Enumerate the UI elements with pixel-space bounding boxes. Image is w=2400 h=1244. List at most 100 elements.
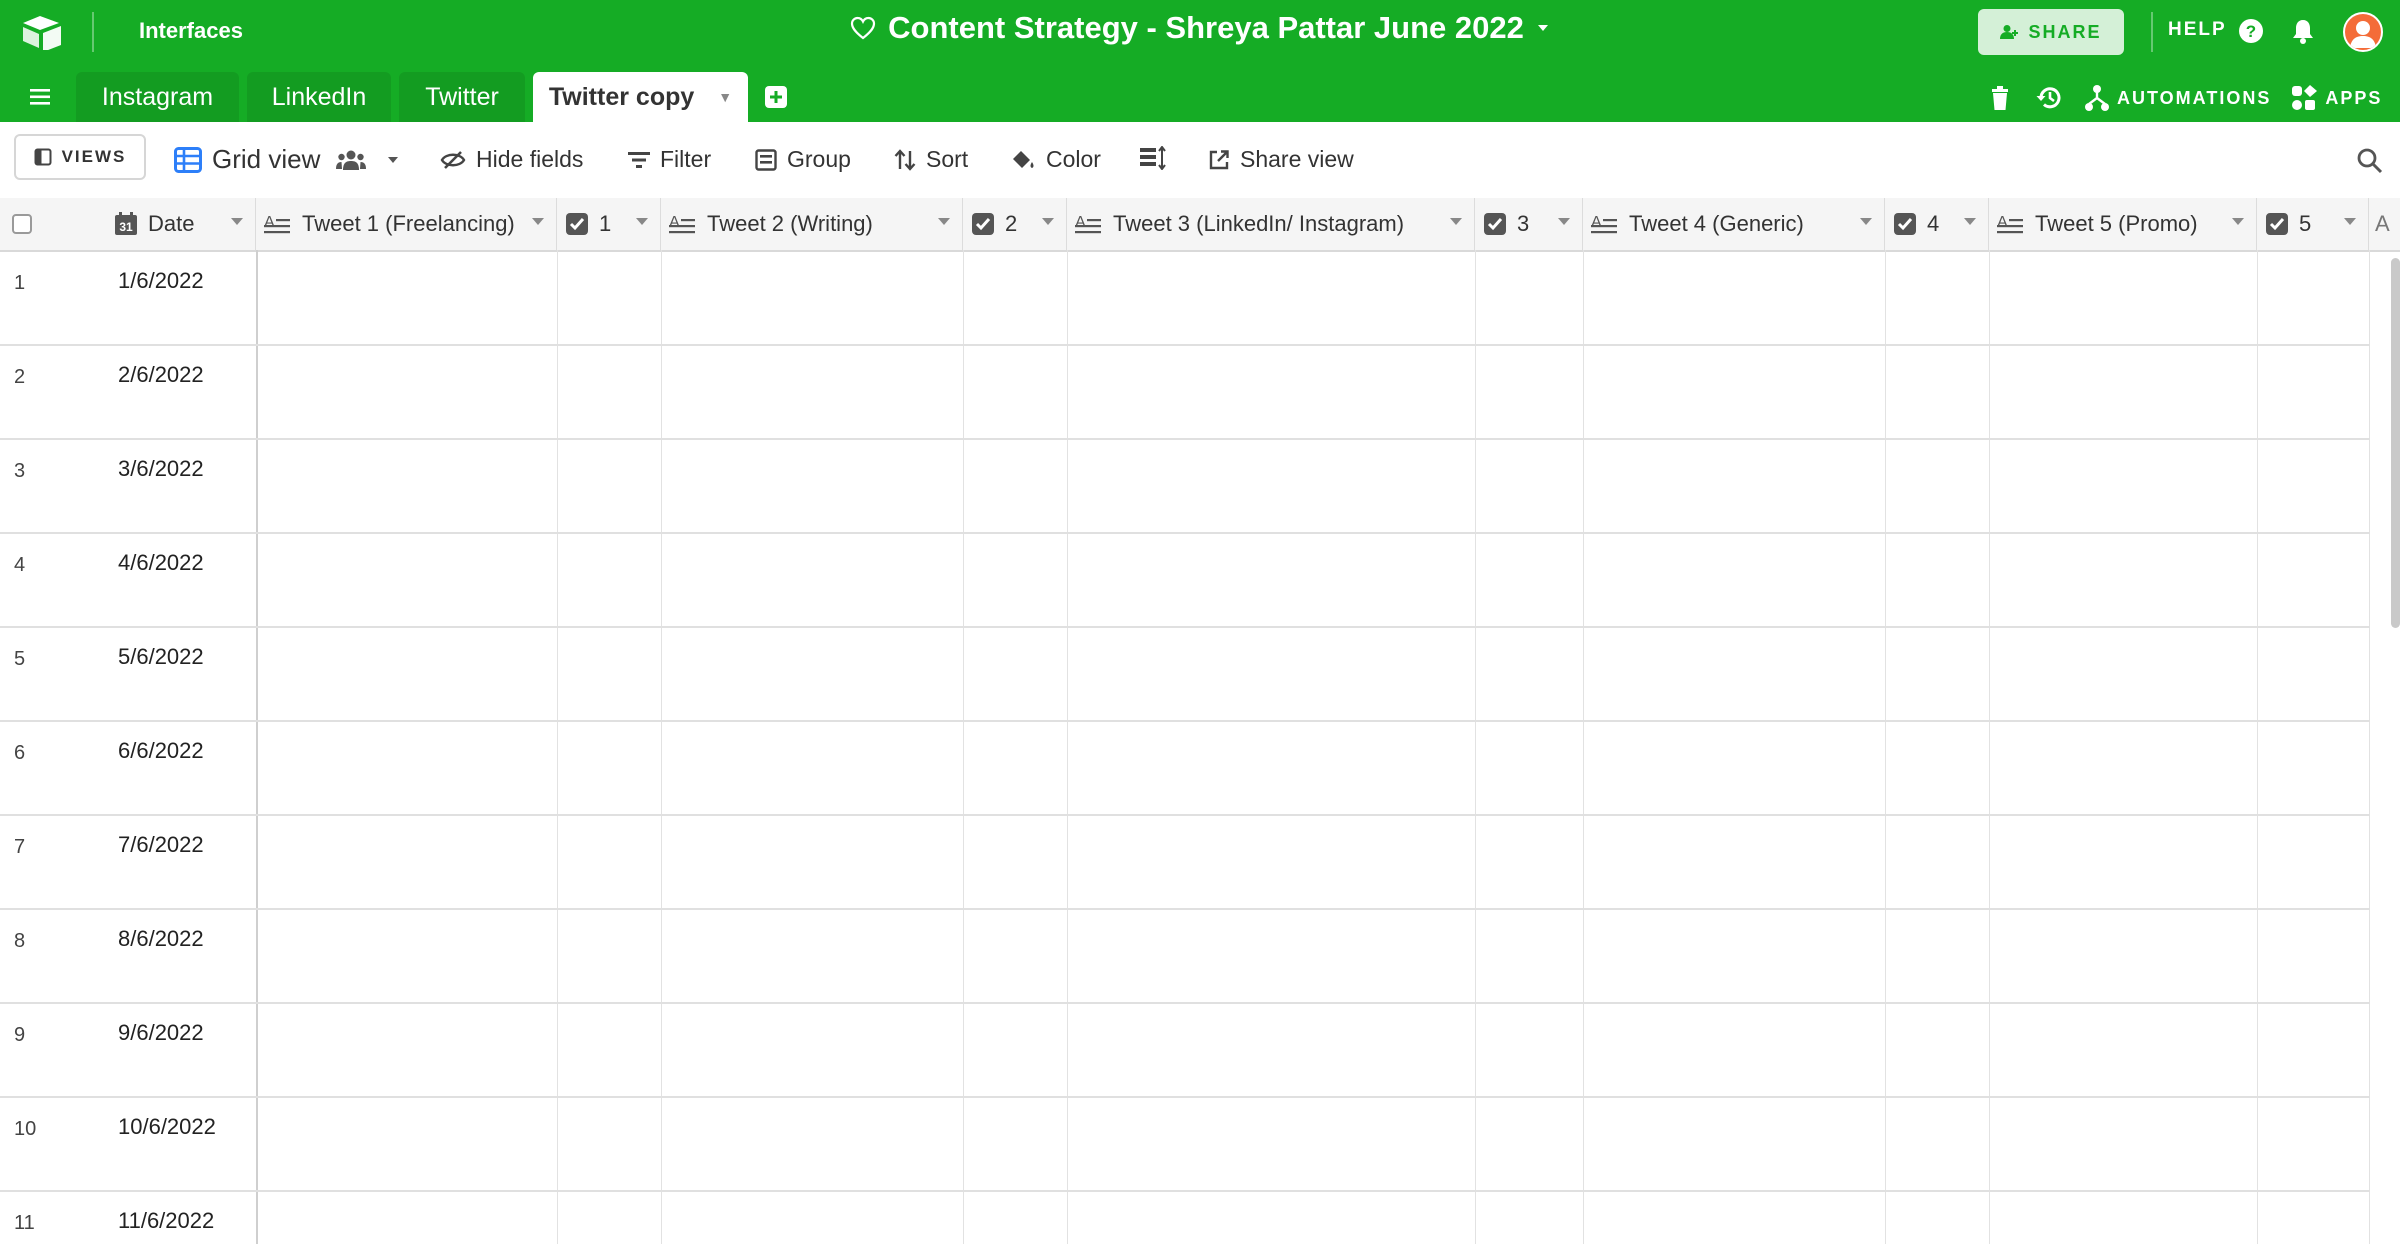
column-label: Tweet 4 (Generic) xyxy=(1629,211,1804,236)
tab-twitter-copy[interactable]: Twitter copy ▼ xyxy=(533,72,748,122)
chevron-down-icon[interactable] xyxy=(532,218,544,225)
date-cell[interactable]: 6/6/2022 xyxy=(118,738,204,764)
row-height-button[interactable] xyxy=(1140,146,1166,170)
history-icon[interactable] xyxy=(2035,84,2063,112)
column-header-check-1[interactable]: 1 xyxy=(557,198,661,250)
sort-button[interactable]: Sort xyxy=(894,146,968,173)
date-cell[interactable]: 11/6/2022 xyxy=(118,1208,214,1234)
table-row[interactable]: 10 10/6/2022 xyxy=(0,1098,2370,1192)
chevron-down-icon[interactable] xyxy=(1558,218,1570,225)
column-header-tweet-3[interactable]: A Tweet 3 (LinkedIn/ Instagram) xyxy=(1067,198,1475,250)
search-icon[interactable] xyxy=(2356,147,2384,175)
chevron-down-icon[interactable] xyxy=(1042,218,1054,225)
svg-text:?: ? xyxy=(2246,22,2256,41)
interfaces-link[interactable]: Interfaces xyxy=(139,18,243,44)
column-header-check-5[interactable]: 5 xyxy=(2257,198,2369,250)
color-button[interactable]: Color xyxy=(1010,146,1101,173)
group-button[interactable]: Group xyxy=(755,146,851,173)
select-all-cell xyxy=(0,198,100,250)
chevron-down-icon[interactable] xyxy=(938,218,950,225)
trash-icon[interactable] xyxy=(1990,85,2010,111)
date-cell[interactable]: 1/6/2022 xyxy=(118,268,204,294)
column-header-check-4[interactable]: 4 xyxy=(1885,198,1989,250)
color-label: Color xyxy=(1046,146,1101,172)
date-cell[interactable]: 9/6/2022 xyxy=(118,1020,204,1046)
column-header-check-2[interactable]: 2 xyxy=(963,198,1067,250)
hide-fields-button[interactable]: Hide fields xyxy=(440,146,583,173)
filter-button[interactable]: Filter xyxy=(628,146,711,173)
people-icon xyxy=(2000,25,2019,39)
row-number: 4 xyxy=(14,554,26,576)
row-number: 9 xyxy=(14,1024,26,1046)
add-table-icon[interactable] xyxy=(764,85,788,109)
row-number: 1 xyxy=(14,272,26,294)
grid-header: 31 Date A Tweet 1 (Freelancing) 1 A Twee… xyxy=(0,198,2400,252)
column-label: 3 xyxy=(1517,211,1530,236)
column-header-partial[interactable]: A xyxy=(2369,198,2400,250)
menu-icon[interactable] xyxy=(28,86,56,108)
apps-icon[interactable] xyxy=(2291,85,2318,111)
table-row[interactable]: 6 6/6/2022 xyxy=(0,722,2370,816)
vertical-scrollbar[interactable] xyxy=(2391,258,2400,628)
column-header-tweet-2[interactable]: A Tweet 2 (Writing) xyxy=(661,198,963,250)
question-icon[interactable]: ? xyxy=(2238,18,2264,44)
apps-button[interactable]: APPS xyxy=(2325,88,2382,109)
checkbox-field-icon xyxy=(2265,212,2289,236)
date-cell[interactable]: 4/6/2022 xyxy=(118,550,204,576)
sort-icon xyxy=(894,148,916,171)
column-label: Date xyxy=(148,211,195,236)
avatar[interactable] xyxy=(2343,12,2383,52)
help-label[interactable]: HELP xyxy=(2168,19,2227,41)
share-button[interactable]: SHARE xyxy=(1978,9,2124,55)
svg-text:A: A xyxy=(2375,213,2390,235)
table-row[interactable]: 9 9/6/2022 xyxy=(0,1004,2370,1098)
chevron-down-icon[interactable] xyxy=(1964,218,1976,225)
automations-icon[interactable] xyxy=(2085,84,2109,112)
chevron-down-icon[interactable] xyxy=(2344,218,2356,225)
base-title[interactable]: Content Strategy - Shreya Pattar June 20… xyxy=(850,10,1550,46)
airtable-logo-icon[interactable] xyxy=(20,14,64,50)
date-cell[interactable]: 8/6/2022 xyxy=(118,926,204,952)
tab-instagram[interactable]: Instagram xyxy=(76,72,239,122)
column-header-tweet-5[interactable]: A Tweet 5 (Promo) xyxy=(1989,198,2257,250)
table-row[interactable]: 11 11/6/2022 xyxy=(0,1192,2370,1244)
select-all-checkbox[interactable] xyxy=(12,214,32,234)
heart-icon xyxy=(851,16,876,40)
bell-icon[interactable] xyxy=(2290,17,2316,45)
date-cell[interactable]: 2/6/2022 xyxy=(118,362,204,388)
date-cell[interactable]: 10/6/2022 xyxy=(118,1114,216,1140)
automations-button[interactable]: AUTOMATIONS xyxy=(2117,88,2271,109)
table-row[interactable]: 2 2/6/2022 xyxy=(0,346,2370,440)
long-text-icon: A xyxy=(1075,213,1103,235)
chevron-down-icon[interactable] xyxy=(1450,218,1462,225)
column-header-date[interactable]: 31 Date xyxy=(100,198,256,250)
chevron-down-icon[interactable] xyxy=(386,155,400,165)
column-header-check-3[interactable]: 3 xyxy=(1475,198,1583,250)
date-cell[interactable]: 5/6/2022 xyxy=(118,644,204,670)
grid-view-switcher[interactable]: Grid view xyxy=(174,144,400,175)
chevron-down-icon[interactable] xyxy=(1860,218,1872,225)
table-row[interactable]: 7 7/6/2022 xyxy=(0,816,2370,910)
column-header-tweet-1[interactable]: A Tweet 1 (Freelancing) xyxy=(256,198,557,250)
chevron-down-icon xyxy=(1537,25,1548,31)
checkbox-field-icon xyxy=(971,212,995,236)
row-number: 6 xyxy=(14,742,26,764)
chevron-down-icon[interactable] xyxy=(636,218,648,225)
table-row[interactable]: 8 8/6/2022 xyxy=(0,910,2370,1004)
views-button[interactable]: VIEWS xyxy=(14,134,146,180)
filter-icon xyxy=(628,151,650,168)
chevron-down-icon[interactable]: ▼ xyxy=(718,89,732,105)
top-bar: Interfaces Content Strategy - Shreya Pat… xyxy=(0,0,2400,122)
chevron-down-icon[interactable] xyxy=(2232,218,2244,225)
date-cell[interactable]: 7/6/2022 xyxy=(118,832,204,858)
column-header-tweet-4[interactable]: A Tweet 4 (Generic) xyxy=(1583,198,1885,250)
tab-linkedin[interactable]: LinkedIn xyxy=(247,72,391,122)
chevron-down-icon[interactable] xyxy=(231,218,243,225)
table-row[interactable]: 4 4/6/2022 xyxy=(0,534,2370,628)
table-row[interactable]: 1 1/6/2022 xyxy=(0,252,2370,346)
tab-twitter[interactable]: Twitter xyxy=(399,72,525,122)
share-view-button[interactable]: Share view xyxy=(1208,146,1354,173)
table-row[interactable]: 5 5/6/2022 xyxy=(0,628,2370,722)
table-row[interactable]: 3 3/6/2022 xyxy=(0,440,2370,534)
date-cell[interactable]: 3/6/2022 xyxy=(118,456,204,482)
